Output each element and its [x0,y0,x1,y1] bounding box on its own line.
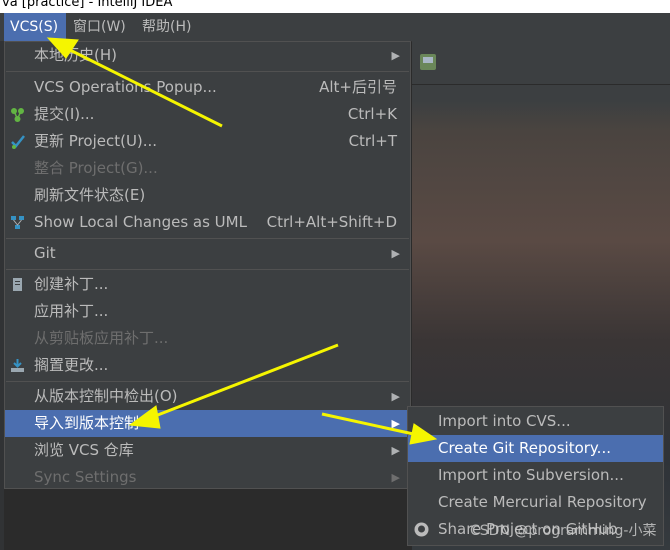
menu-item-label: 搁置更改... [34,356,109,374]
menu-item-sync-settings[interactable]: Sync Settings ▶ [5,464,410,491]
shelve-icon [11,359,24,372]
menu-item-apply-patch[interactable]: 应用补丁... [5,298,410,325]
menu-separator [6,238,409,239]
submenu-item-import-cvs[interactable]: Import into CVS... [408,408,663,435]
menu-window[interactable]: 窗口(W) [67,13,132,41]
submenu-arrow-icon: ▶ [391,444,400,457]
menu-vcs[interactable]: VCS(S) [4,13,66,41]
menu-help[interactable]: 帮助(H) [136,13,197,41]
patch-icon [13,278,22,291]
uml-diagram-icon [11,216,24,229]
menu-item-git[interactable]: Git ▶ [5,240,410,267]
submenu-arrow-icon: ▶ [391,417,400,430]
submenu-item-create-git-repository[interactable]: Create Git Repository... [408,435,663,462]
shortcut-label: Ctrl+Alt+Shift+D [266,213,397,231]
menu-item-label: Create Mercurial Repository [438,493,647,511]
menu-item-integrate-project[interactable]: 整合 Project(G)... [5,155,410,182]
menu-item-label: Show Local Changes as UML [34,213,247,231]
menu-item-label: 提交(I)... [34,105,95,123]
menu-item-create-patch[interactable]: 创建补丁... [5,271,410,298]
main-menu-bar: VCS(S) 窗口(W) 帮助(H) [0,13,670,42]
submenu-arrow-icon: ▶ [391,471,400,484]
menu-item-show-local-changes-uml[interactable]: Show Local Changes as UML Ctrl+Alt+Shift… [5,209,410,236]
menu-item-local-history[interactable]: 本地历史(H) ▶ [5,42,410,69]
submenu-arrow-icon: ▶ [391,49,400,62]
menu-item-label: 更新 Project(U)... [34,132,158,150]
menu-item-label: 从版本控制中检出(O) [34,387,178,405]
window-title: va [practice] - IntelliJ IDEA [2,0,173,10]
menu-item-checkout-from-vcs[interactable]: 从版本控制中检出(O) ▶ [5,383,410,410]
toolbar [412,44,670,85]
vcs-dropdown-menu: 本地历史(H) ▶ VCS Operations Popup... Alt+后引… [4,41,411,489]
menu-item-label: Git [34,244,56,262]
update-project-icon [11,135,25,149]
menu-item-label: 从剪贴板应用补丁... [34,329,169,347]
menu-item-refresh-file-status[interactable]: 刷新文件状态(E) [5,182,410,209]
watermark: CSDN @programming-小菜 [470,523,657,539]
menu-separator [6,71,409,72]
shortcut-label: Alt+后引号 [319,78,397,96]
submenu-arrow-icon: ▶ [391,390,400,403]
menu-item-vcs-operations-popup[interactable]: VCS Operations Popup... Alt+后引号 [5,74,410,101]
menu-item-label: 应用补丁... [34,302,109,320]
menu-item-label: Import into Subversion... [438,466,624,484]
menu-item-label: 浏览 VCS 仓库 [34,441,134,459]
menu-item-label: 刷新文件状态(E) [34,186,146,204]
window-title-bar: va [practice] - IntelliJ IDEA [0,0,670,13]
menu-item-label: 本地历史(H) [34,46,117,64]
menu-item-shelve-changes[interactable]: 搁置更改... [5,352,410,379]
menu-item-label: 导入到版本控制 [34,414,140,432]
menu-item-label: 整合 Project(G)... [34,159,158,177]
menu-separator [6,269,409,270]
github-icon [414,522,429,537]
submenu-item-import-subversion[interactable]: Import into Subversion... [408,462,663,489]
submenu-arrow-icon: ▶ [391,247,400,260]
commit-icon [11,108,24,122]
submenu-item-create-mercurial[interactable]: Create Mercurial Repository [408,489,663,516]
shortcut-label: Ctrl+K [347,105,397,123]
shortcut-label: Ctrl+T [348,132,397,150]
menu-item-label: 创建补丁... [34,275,109,293]
menu-item-browse-vcs-repo[interactable]: 浏览 VCS 仓库 ▶ [5,437,410,464]
menu-item-apply-patch-clipboard[interactable]: 从剪贴板应用补丁... [5,325,410,352]
menu-item-label: Import into CVS... [438,412,571,430]
menu-item-import-into-vcs[interactable]: 导入到版本控制 ▶ [5,410,410,437]
menu-item-label: Sync Settings [34,468,137,486]
menu-item-label: VCS Operations Popup... [34,78,217,96]
menu-item-commit[interactable]: 提交(I)... Ctrl+K [5,101,410,128]
toolbar-sdk-icon[interactable] [420,54,436,70]
menu-item-label: Create Git Repository... [438,439,611,457]
menu-item-update-project[interactable]: 更新 Project(U)... Ctrl+T [5,128,410,155]
menu-separator [6,381,409,382]
